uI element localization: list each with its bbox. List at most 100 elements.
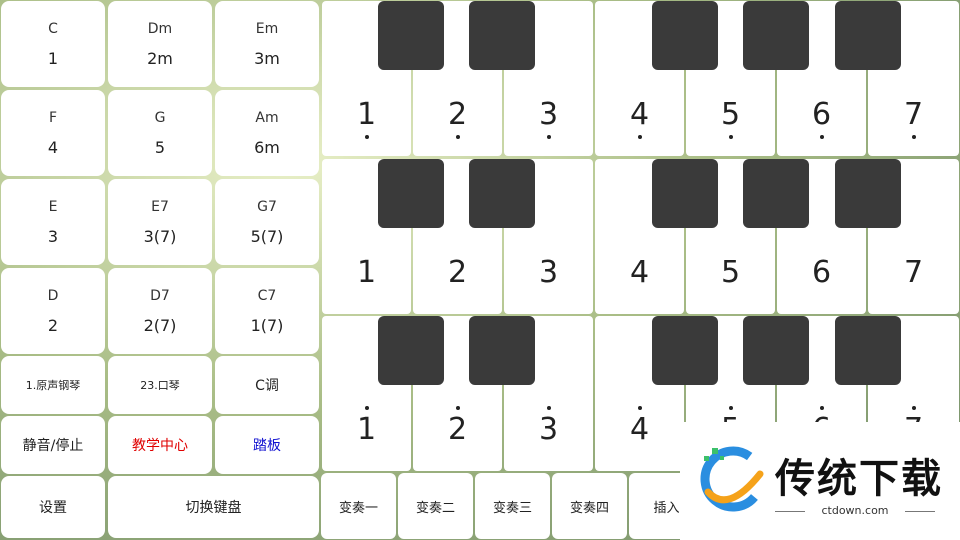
chord-number: 5(7) [250, 226, 284, 246]
octave-dot-low [637, 406, 642, 410]
chord-name: E7 [151, 198, 169, 215]
key-number: 7 [904, 100, 923, 139]
black-key[interactable] [652, 1, 718, 70]
key-number: 5 [720, 255, 741, 290]
black-key[interactable] [378, 316, 444, 385]
chord-button[interactable]: G5 [108, 90, 212, 176]
pedal-button[interactable]: 踏板 [215, 416, 319, 474]
key-number: 3 [539, 100, 558, 139]
switch-keyboard-button[interactable]: 切换键盘 [108, 476, 319, 538]
variation-button[interactable]: 变奏一 [321, 473, 396, 539]
settings-button[interactable]: 设置 [1, 476, 105, 538]
key-number: 2 [448, 406, 467, 445]
variation-button[interactable]: 变奏二 [398, 473, 473, 539]
chord-name: G7 [257, 198, 277, 215]
chord-name: D7 [150, 287, 170, 304]
black-key[interactable] [652, 159, 718, 228]
key-number: 3 [539, 406, 558, 445]
octave-dot-high [728, 135, 733, 139]
key-number: 4 [630, 100, 649, 139]
black-key[interactable] [378, 159, 444, 228]
key-number: 6 [811, 255, 832, 290]
teaching-center-button[interactable]: 教学中心 [108, 416, 212, 474]
octave-dot-low [819, 406, 824, 410]
black-key[interactable] [743, 316, 809, 385]
chord-button[interactable]: G7 5(7) [215, 179, 319, 265]
logo-icon [700, 446, 766, 512]
mute-stop-button[interactable]: 静音/停止 [1, 416, 105, 474]
instrument2-button[interactable]: 23.口琴 [108, 356, 212, 414]
chord-button[interactable]: F4 [1, 90, 105, 176]
chord-button[interactable]: C1 [1, 1, 105, 87]
chord-name: Am [255, 109, 279, 126]
octave-dot-high [911, 135, 916, 139]
key-label: C调 [255, 378, 279, 394]
chord-button[interactable]: D7 2(7) [108, 268, 212, 354]
variation-button[interactable]: 变奏三 [475, 473, 550, 539]
key-number: 2 [447, 255, 468, 290]
octave-dot-low [728, 406, 733, 410]
chord-number: 1(7) [250, 315, 284, 335]
chord-button[interactable]: E3 [1, 179, 105, 265]
watermark-url: ctdown.com [775, 504, 935, 517]
chord-number: 4 [47, 137, 59, 157]
instrument-label: 1.原声钢琴 [25, 379, 81, 392]
octave-dot-low [911, 406, 916, 410]
black-key[interactable] [469, 159, 535, 228]
chord-number: 6m [254, 137, 280, 157]
chord-button[interactable]: Dm 2m [108, 1, 212, 87]
chord-number: 2m [147, 48, 173, 68]
black-key[interactable] [835, 159, 901, 228]
switch-keyboard-label: 切换键盘 [185, 500, 242, 516]
instrument2-label: 23.口琴 [140, 379, 180, 392]
octave-dot-high [546, 135, 551, 139]
key-button[interactable]: C调 [215, 356, 319, 414]
chord-name: Dm [147, 20, 173, 37]
variation-button[interactable]: 变奏四 [552, 473, 627, 539]
black-key[interactable] [835, 316, 901, 385]
chord-number: 2 [47, 315, 59, 335]
black-key[interactable] [378, 1, 444, 70]
chord-name: E [48, 198, 58, 215]
chord-button[interactable]: Am 6m [215, 90, 319, 176]
octave-dot-low [364, 406, 369, 410]
chord-name: Em [255, 20, 279, 37]
chord-name: C7 [257, 287, 277, 304]
octave-dot-low [455, 406, 460, 410]
chord-button[interactable]: Em 3m [215, 1, 319, 87]
chord-number: 3 [47, 226, 59, 246]
mute-stop-label: 静音/停止 [22, 438, 84, 454]
black-key[interactable] [469, 1, 535, 70]
key-number: 5 [721, 100, 740, 139]
settings-label: 设置 [39, 500, 67, 516]
octave-dot-high [637, 135, 642, 139]
chord-button[interactable]: C7 1(7) [215, 268, 319, 354]
black-key[interactable] [469, 316, 535, 385]
instrument-button[interactable]: 1.原声钢琴 [1, 356, 105, 414]
chord-button[interactable]: E7 3(7) [108, 179, 212, 265]
chord-name: D [47, 287, 59, 304]
watermark-title: 传统下载 [775, 456, 943, 502]
chord-name: C [48, 20, 58, 37]
key-number: 7 [903, 255, 924, 290]
pedal-label: 踏板 [253, 438, 281, 454]
black-key[interactable] [743, 159, 809, 228]
key-number: 3 [538, 255, 559, 290]
teaching-center-label: 教学中心 [132, 438, 188, 454]
octave-dot-low [546, 406, 551, 410]
octave-dot-high [819, 135, 824, 139]
chord-button[interactable]: D2 [1, 268, 105, 354]
black-key[interactable] [743, 1, 809, 70]
chord-number: 1 [47, 48, 59, 68]
black-key[interactable] [652, 316, 718, 385]
key-number: 4 [629, 255, 650, 290]
black-key[interactable] [835, 1, 901, 70]
key-number: 1 [357, 406, 376, 445]
key-number: 1 [356, 255, 377, 290]
chord-number: 3m [254, 48, 280, 68]
key-number: 6 [812, 100, 831, 139]
chord-number: 5 [154, 137, 166, 157]
key-number: 4 [630, 406, 649, 445]
chord-number: 3(7) [143, 226, 177, 246]
key-number: 1 [357, 100, 376, 139]
